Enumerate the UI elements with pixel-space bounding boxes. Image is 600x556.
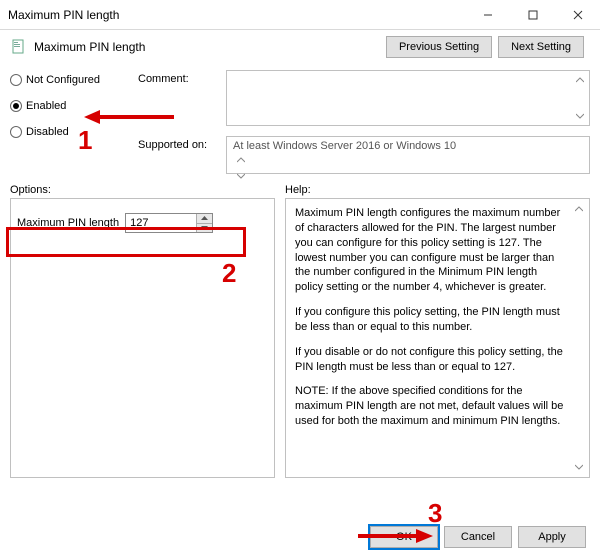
options-panel: Maximum PIN length xyxy=(10,198,275,478)
radio-label: Disabled xyxy=(26,126,69,138)
spinner-down-button[interactable] xyxy=(197,224,212,233)
previous-setting-button[interactable]: Previous Setting xyxy=(386,36,492,58)
scrollbar[interactable] xyxy=(571,201,587,475)
help-scrollpane[interactable]: Maximum PIN length configures the maximu… xyxy=(287,200,588,476)
scroll-down-icon[interactable] xyxy=(571,459,587,475)
window-title: Maximum PIN length xyxy=(8,8,465,22)
spinner-up-button[interactable] xyxy=(197,214,212,224)
radio-label: Enabled xyxy=(26,100,66,112)
scroll-up-icon[interactable] xyxy=(571,201,587,217)
next-setting-button[interactable]: Next Setting xyxy=(498,36,584,58)
scrollbar[interactable] xyxy=(572,72,588,124)
scroll-down-icon[interactable] xyxy=(233,168,249,184)
supported-label: Supported on: xyxy=(138,136,220,151)
help-panel: Maximum PIN length configures the maximu… xyxy=(285,198,590,478)
max-pin-length-spinner[interactable] xyxy=(125,213,213,233)
apply-button[interactable]: Apply xyxy=(518,526,586,548)
header-row: Maximum PIN length Previous Setting Next… xyxy=(10,36,590,58)
radio-disabled[interactable]: Disabled xyxy=(10,124,130,140)
ok-button[interactable]: OK xyxy=(370,526,438,548)
help-text: NOTE: If the above specified conditions … xyxy=(295,384,568,429)
scrollbar[interactable] xyxy=(233,152,569,184)
max-pin-length-label: Maximum PIN length xyxy=(17,217,119,229)
annotation-number-3: 3 xyxy=(428,498,442,529)
radio-label: Not Configured xyxy=(26,74,100,86)
comment-textarea[interactable] xyxy=(226,70,590,126)
scroll-down-icon[interactable] xyxy=(572,108,588,124)
radio-enabled[interactable]: Enabled xyxy=(10,98,130,114)
max-pin-length-input[interactable] xyxy=(126,214,196,232)
supported-on-text: At least Windows Server 2016 or Windows … xyxy=(233,140,456,152)
help-text: If you configure this policy setting, th… xyxy=(295,305,568,335)
scroll-up-icon[interactable] xyxy=(233,152,249,168)
help-text: If you disable or do not configure this … xyxy=(295,345,568,375)
dialog-footer: OK Cancel Apply xyxy=(370,526,586,548)
policy-icon xyxy=(10,38,28,56)
minimize-button[interactable] xyxy=(465,0,510,30)
help-text: Maximum PIN length configures the maximu… xyxy=(295,206,568,295)
supported-on-box: At least Windows Server 2016 or Windows … xyxy=(226,136,590,174)
scroll-up-icon[interactable] xyxy=(572,72,588,88)
radio-icon xyxy=(10,100,22,112)
help-heading: Help: xyxy=(285,184,311,196)
cancel-button[interactable]: Cancel xyxy=(444,526,512,548)
titlebar: Maximum PIN length xyxy=(0,0,600,30)
options-heading: Options: xyxy=(10,184,285,196)
policy-title: Maximum PIN length xyxy=(34,40,386,54)
radio-icon xyxy=(10,126,22,138)
close-button[interactable] xyxy=(555,0,600,30)
radio-icon xyxy=(10,74,22,86)
maximize-button[interactable] xyxy=(510,0,555,30)
radio-not-configured[interactable]: Not Configured xyxy=(10,72,130,88)
comment-label: Comment: xyxy=(138,70,220,85)
